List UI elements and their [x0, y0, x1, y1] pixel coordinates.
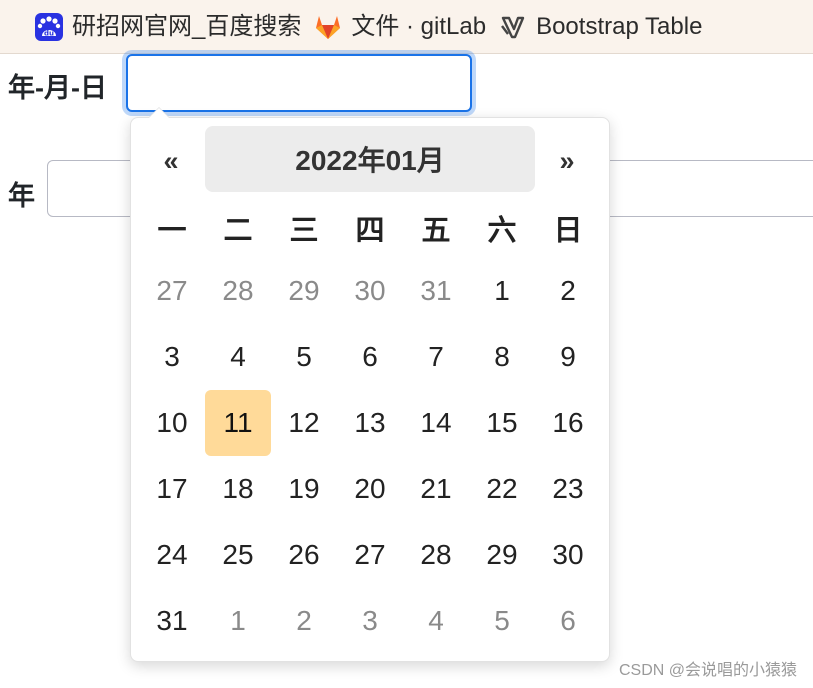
bookmark-label: 文件 · gitLab: [351, 12, 487, 40]
day-cell[interactable]: 27: [337, 522, 403, 588]
day-cell[interactable]: 8: [469, 324, 535, 390]
day-cell-other-month[interactable]: 28: [205, 258, 271, 324]
prev-month-button[interactable]: «: [151, 138, 191, 184]
weekday-label: 三: [289, 215, 319, 247]
day-cell-other-month[interactable]: 31: [403, 258, 469, 324]
day-cell-other-month[interactable]: 1: [205, 588, 271, 654]
day-cell[interactable]: 17: [139, 456, 205, 522]
weekday-label: 日: [553, 215, 583, 247]
day-cell-other-month[interactable]: 3: [337, 588, 403, 654]
day-cell[interactable]: 19: [271, 456, 337, 522]
weekday-label: 二: [223, 215, 253, 247]
day-cell[interactable]: 20: [337, 456, 403, 522]
day-cell-today[interactable]: 11: [205, 390, 271, 456]
bootstrap-table-icon: [501, 16, 525, 38]
date-input[interactable]: [126, 54, 472, 112]
year-label: 年: [8, 181, 35, 211]
page: du 研招网官网_百度搜索 文件 · gitLab Bootstrap Tabl…: [0, 0, 813, 688]
weekday-label: 五: [421, 215, 451, 247]
day-cell[interactable]: 3: [139, 324, 205, 390]
day-cell[interactable]: 14: [403, 390, 469, 456]
datepicker-popup: « 2022年01月 » 一二三四五六日 27 28 29 30 31 1 2 3 4 5 6 7 8 9…: [130, 107, 610, 662]
weekday-label: 六: [487, 215, 517, 247]
day-cell[interactable]: 7: [403, 324, 469, 390]
day-cell[interactable]: 10: [139, 390, 205, 456]
date-label: 年-月-日: [8, 73, 107, 103]
day-cell[interactable]: 16: [535, 390, 601, 456]
day-cell[interactable]: 2: [535, 258, 601, 324]
datepicker-pointer: [148, 107, 170, 118]
day-cell[interactable]: 12: [271, 390, 337, 456]
day-cell-other-month[interactable]: 6: [535, 588, 601, 654]
day-cell[interactable]: 6: [337, 324, 403, 390]
day-cell[interactable]: 22: [469, 456, 535, 522]
bookmark-label: 研招网官网_百度搜索: [72, 12, 302, 40]
month-title-button[interactable]: 2022年01月: [205, 126, 535, 192]
day-cell[interactable]: 23: [535, 456, 601, 522]
weekday-header: 一二三四五六日: [139, 195, 601, 261]
day-cell[interactable]: 18: [205, 456, 271, 522]
day-cell[interactable]: 4: [205, 324, 271, 390]
day-cell[interactable]: 28: [403, 522, 469, 588]
day-cell[interactable]: 9: [535, 324, 601, 390]
day-cell[interactable]: 26: [271, 522, 337, 588]
day-cell[interactable]: 24: [139, 522, 205, 588]
day-cell[interactable]: 5: [271, 324, 337, 390]
day-cell-other-month[interactable]: 4: [403, 588, 469, 654]
day-cell-other-month[interactable]: 5: [469, 588, 535, 654]
svg-text:du: du: [44, 29, 54, 37]
baidu-paw-icon: du: [35, 12, 63, 41]
day-cell[interactable]: 25: [205, 522, 271, 588]
day-cell[interactable]: 1: [469, 258, 535, 324]
day-cell[interactable]: 31: [139, 588, 205, 654]
bookmark-gitlab[interactable]: 文件 · gitLab: [313, 0, 498, 53]
weekday-label: 四: [355, 215, 385, 247]
day-grid: 27 28 29 30 31 1 2 3 4 5 6 7 8 9 10 11 12 13 14 15 16 17 18 19 2…: [139, 258, 601, 654]
day-cell[interactable]: 13: [337, 390, 403, 456]
day-cell-other-month[interactable]: 29: [271, 258, 337, 324]
weekday-label: 一: [157, 215, 187, 247]
next-month-button[interactable]: »: [547, 138, 587, 184]
day-cell[interactable]: 15: [469, 390, 535, 456]
watermark: CSDN @会说唱的小猿猿: [618, 662, 797, 679]
day-cell-other-month[interactable]: 30: [337, 258, 403, 324]
bookmark-baidu[interactable]: du 研招网官网_百度搜索: [0, 0, 313, 53]
bookmarks-bar: du 研招网官网_百度搜索 文件 · gitLab Bootstrap Tabl…: [0, 0, 813, 54]
bookmark-bootstrap-table[interactable]: Bootstrap Table: [498, 0, 714, 53]
day-cell[interactable]: 29: [469, 522, 535, 588]
day-cell[interactable]: 30: [535, 522, 601, 588]
gitlab-fox-icon: [316, 15, 341, 39]
day-cell-other-month[interactable]: 27: [139, 258, 205, 324]
bookmark-label: Bootstrap Table: [536, 12, 703, 40]
day-cell[interactable]: 21: [403, 456, 469, 522]
day-cell-other-month[interactable]: 2: [271, 588, 337, 654]
